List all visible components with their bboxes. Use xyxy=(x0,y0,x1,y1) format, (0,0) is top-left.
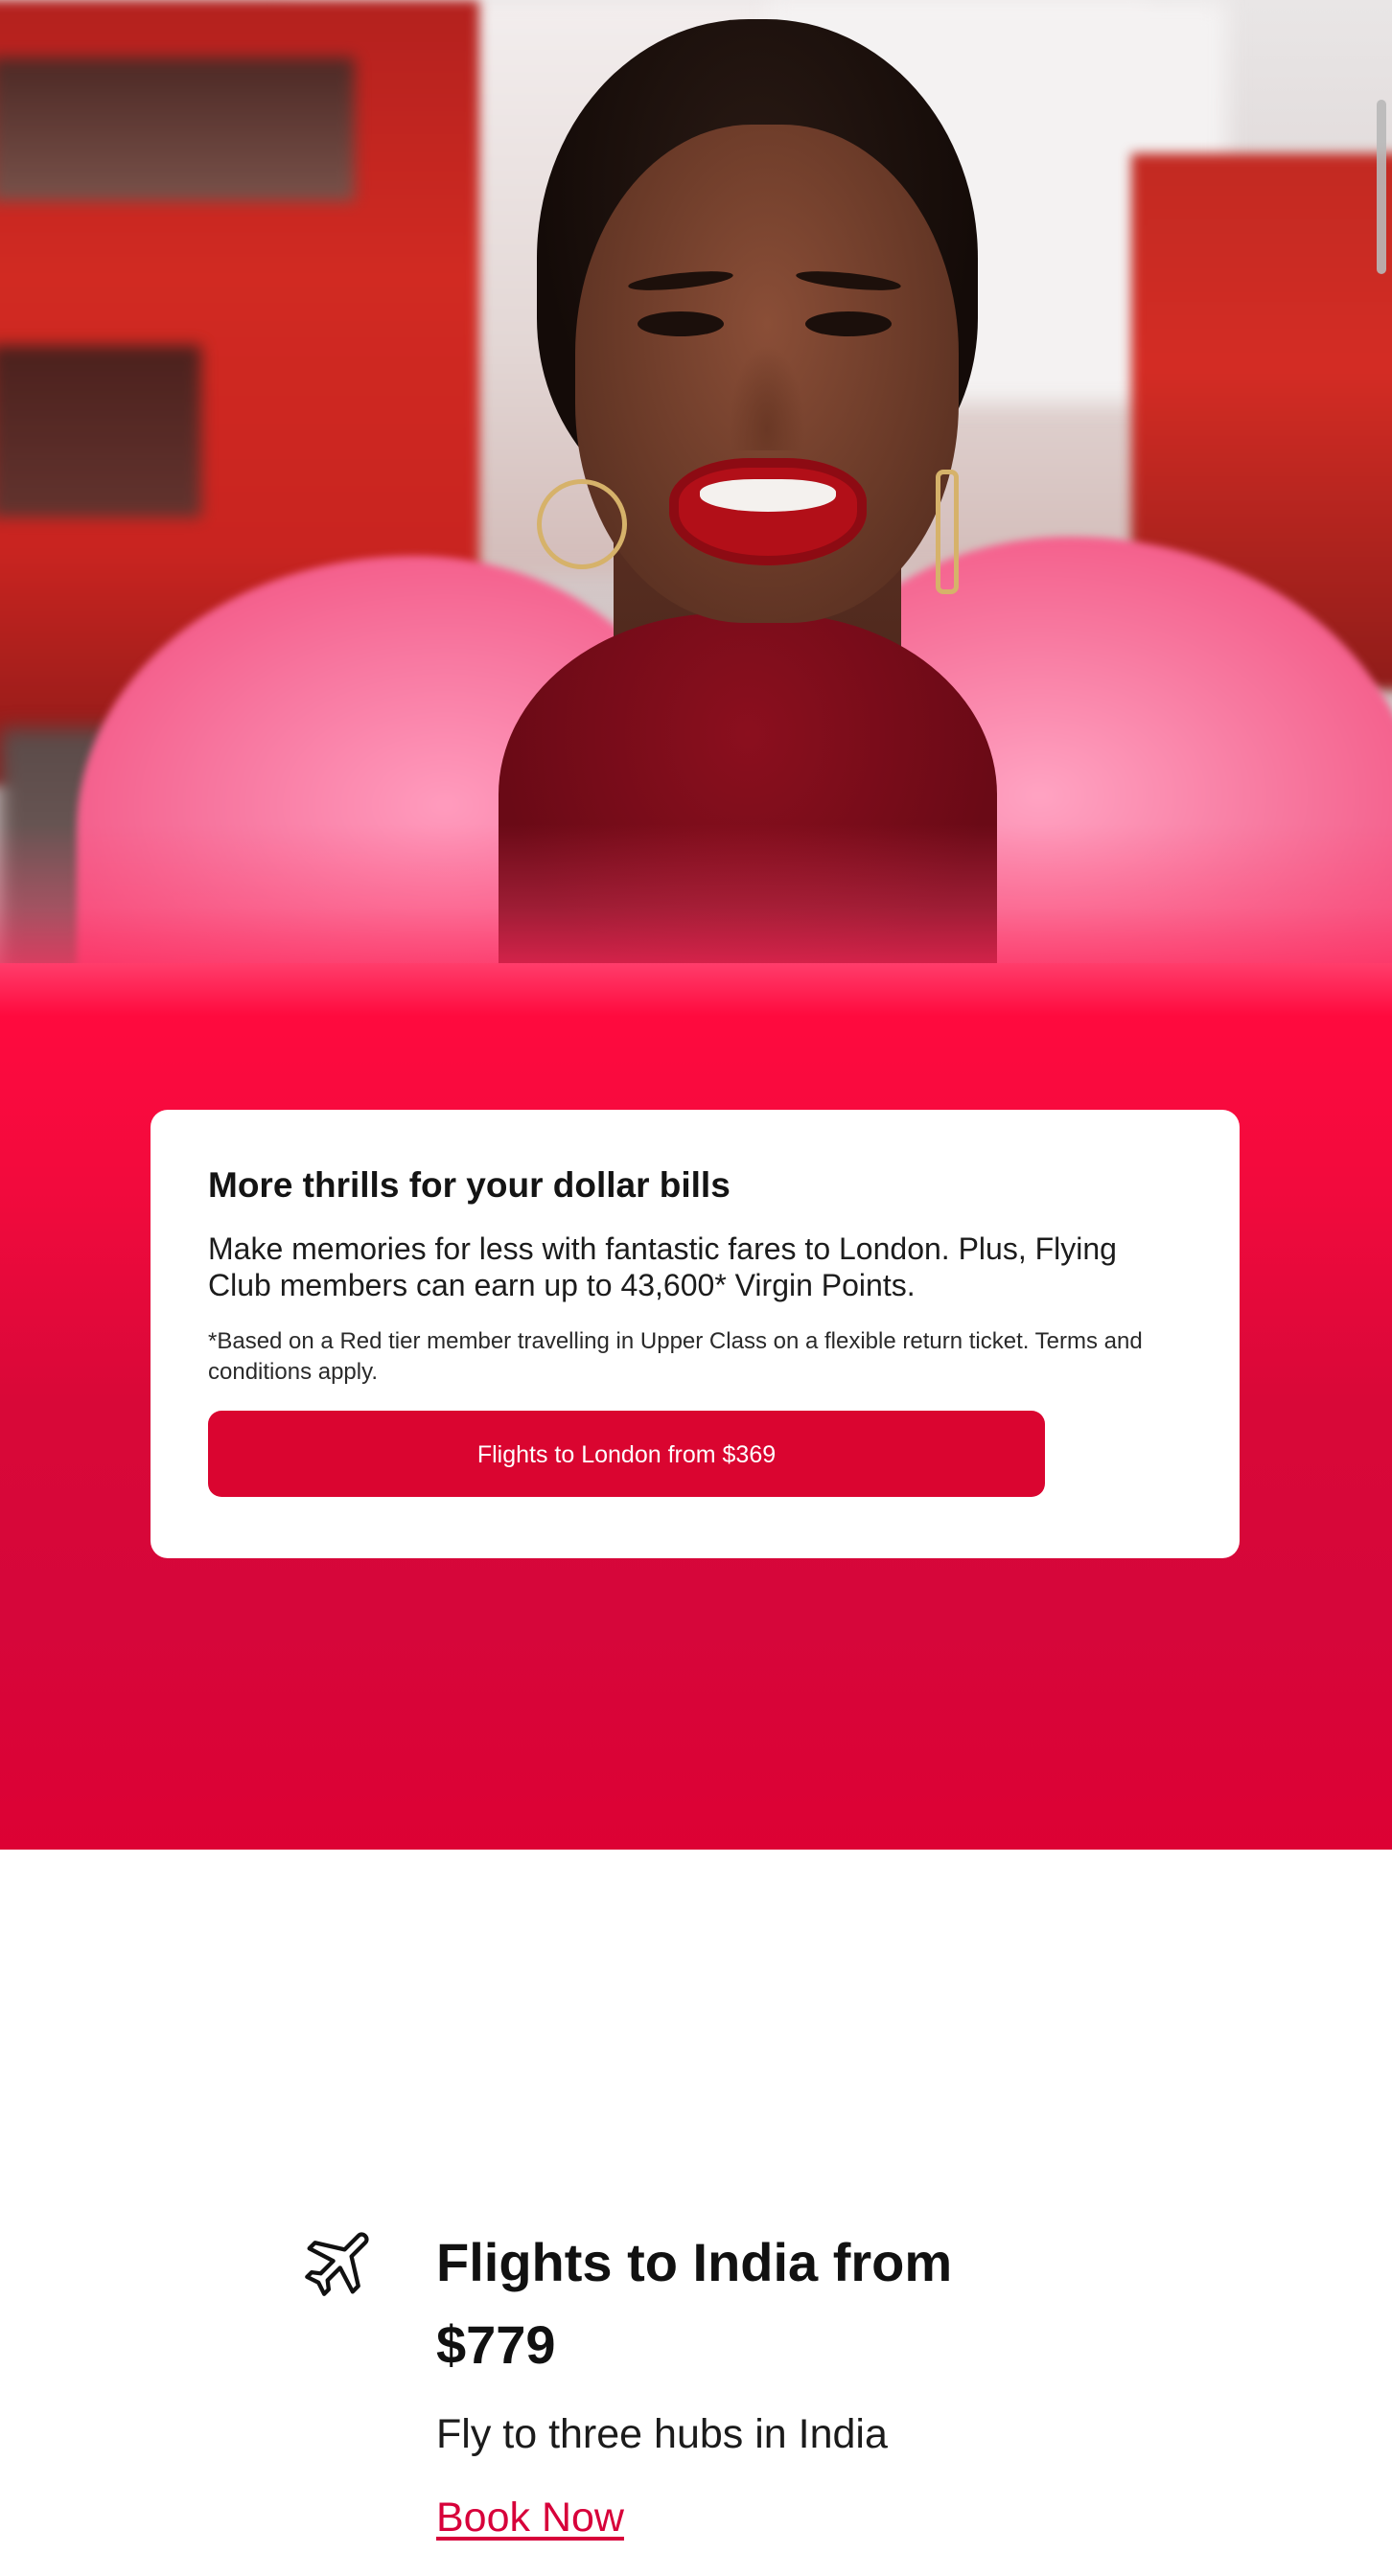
hoop-earring xyxy=(537,479,627,569)
hero-fade xyxy=(0,824,1392,963)
teeth xyxy=(700,479,836,512)
promo-title: More thrills for your dollar bills xyxy=(208,1165,731,1205)
hero-image xyxy=(0,0,1392,963)
eye-left xyxy=(638,311,724,336)
india-subtitle: Fly to three hubs in India xyxy=(436,2411,888,2457)
promo-body: Make memories for less with fantastic fa… xyxy=(208,1231,1117,1302)
airplane-icon xyxy=(305,2232,369,2296)
flights-to-london-button[interactable]: Flights to London from $369 xyxy=(208,1411,1045,1497)
smile xyxy=(669,458,867,565)
bus-window xyxy=(0,58,355,201)
bus-window xyxy=(0,345,201,518)
india-title: Flights to India from $779 xyxy=(436,2232,953,2375)
drop-earring xyxy=(936,470,959,594)
scrollbar-thumb[interactable] xyxy=(1377,100,1386,274)
nose xyxy=(729,345,805,450)
promo-card: More thrills for your dollar bills Make … xyxy=(151,1110,1240,1558)
eye-right xyxy=(805,311,892,336)
promo-footnote: *Based on a Red tier member travelling i… xyxy=(208,1328,1143,1385)
india-offer-section xyxy=(0,1850,1392,2576)
book-now-link[interactable]: Book Now xyxy=(436,2491,624,2544)
